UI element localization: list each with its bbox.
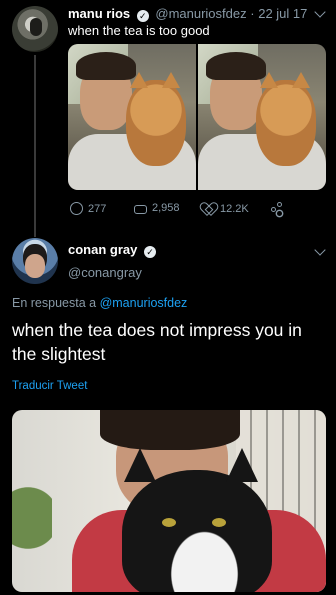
chevron-down-icon[interactable] (314, 244, 326, 256)
verified-badge-icon: ✓ (136, 10, 149, 22)
avatar[interactable] (12, 6, 58, 52)
chevron-down-icon[interactable] (314, 6, 326, 18)
original-tweet[interactable]: manu rios ✓ @manuriosfdez · 22 jul 17 wh… (0, 0, 336, 237)
tweet-media[interactable] (12, 410, 326, 592)
retweet-button[interactable]: 2,958 (134, 202, 180, 214)
reply-count: 277 (88, 202, 107, 215)
like-button[interactable]: 12.2K (202, 202, 249, 215)
photo[interactable] (198, 44, 326, 190)
tweet-header: manu rios ✓ @manuriosfdez · 22 jul 17 (68, 6, 307, 22)
reply-prefix: En respuesta a (12, 296, 97, 310)
timestamp[interactable]: 22 jul 17 (258, 6, 307, 21)
verified-badge-icon: ✓ (143, 246, 156, 258)
reply-context: En respuesta a @manuriosfdez (12, 296, 187, 310)
tweet-text: when the tea does not impress you in the… (12, 320, 302, 364)
retweet-count: 2,958 (152, 202, 180, 214)
retweet-icon (134, 204, 147, 214)
handle[interactable]: @conangray (68, 265, 142, 280)
separator: · (250, 6, 255, 21)
avatar[interactable] (12, 238, 58, 284)
like-count: 12.2K (220, 202, 249, 215)
thread-connector-line (34, 55, 36, 237)
display-name: conan gray ✓ (68, 242, 159, 258)
translate-tweet-link[interactable]: Traducir Tweet (12, 380, 87, 392)
display-name-text[interactable]: conan gray (68, 242, 137, 257)
tweet-media[interactable] (68, 44, 326, 190)
tweet-actions: 277 2,958 12.2K (68, 202, 298, 218)
heart-icon (202, 202, 215, 215)
share-icon (270, 202, 283, 215)
photo[interactable] (68, 44, 196, 190)
handle[interactable]: @manuriosfdez (155, 6, 246, 21)
tweet-text: when the tea is too good (68, 23, 210, 38)
reply-button[interactable]: 277 (70, 202, 106, 215)
reply-icon (70, 202, 83, 215)
display-name[interactable]: manu rios (68, 6, 130, 21)
reply-to-link[interactable]: @manuriosfdez (100, 296, 188, 310)
share-button[interactable] (270, 202, 283, 215)
